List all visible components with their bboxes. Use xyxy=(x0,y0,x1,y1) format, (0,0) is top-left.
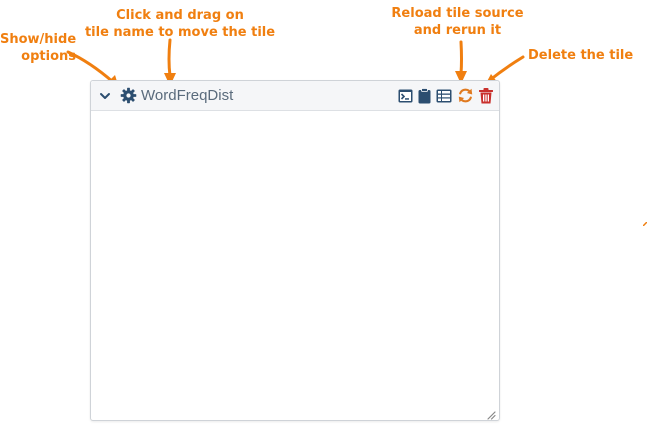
tile-header: WordFreqDist xyxy=(91,81,499,111)
arrow-reload xyxy=(455,40,467,84)
tile-body xyxy=(91,111,499,420)
annotation-reload-tile: Reload tile source and rerun it xyxy=(391,6,524,38)
trash-icon[interactable] xyxy=(479,87,493,104)
gear-icon[interactable] xyxy=(120,87,137,104)
tile: WordFreqDist xyxy=(90,80,500,421)
annotation-delete-tile: Delete the tile xyxy=(528,48,634,63)
arrow-fragment xyxy=(642,213,648,227)
annotation-show-hide-options: Show/hide options xyxy=(0,32,77,64)
resize-handle[interactable] xyxy=(486,407,496,420)
clipboard-icon[interactable] xyxy=(418,87,431,104)
terminal-icon[interactable] xyxy=(398,89,413,103)
table-icon[interactable] xyxy=(436,89,452,103)
chevron-down-icon[interactable] xyxy=(99,90,111,102)
reload-icon[interactable] xyxy=(457,87,474,104)
tile-name[interactable]: WordFreqDist xyxy=(141,87,233,104)
annotation-drag-tile: Click and drag on tile name to move the … xyxy=(84,8,276,40)
